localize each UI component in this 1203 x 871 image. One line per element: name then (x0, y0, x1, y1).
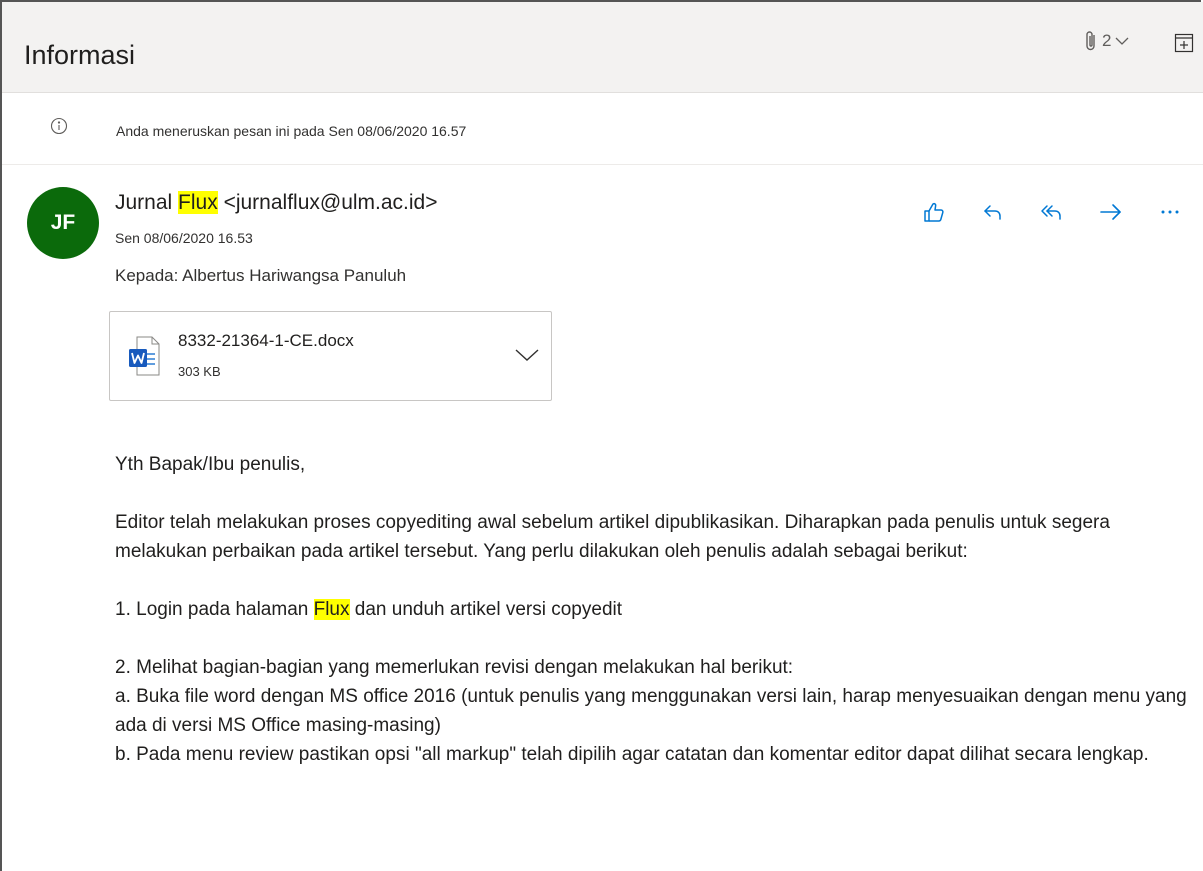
attachment-file-name: 8332-21364-1-CE.docx (178, 331, 354, 350)
greeting: Yth Bapak/Ibu penulis, (115, 454, 306, 475)
message-body: Yth Bapak/Ibu penulis, Editor telah mela… (115, 450, 1195, 769)
forward-info-text: Anda meneruskan pesan ini pada Sen 08/06… (116, 123, 467, 139)
step-2b: b. Pada menu review pastikan opsi "all m… (115, 744, 1149, 765)
attachment-card[interactable]: 8332-21364-1-CE.docx 303 KB (109, 311, 552, 401)
reply-icon[interactable] (979, 198, 1007, 226)
word-file-icon (128, 336, 160, 381)
step-1: 1. Login pada halaman Flux dan unduh art… (115, 595, 1195, 624)
sender-name: Jurnal (115, 191, 173, 214)
forward-icon[interactable] (1097, 198, 1125, 226)
body-paragraph: Editor telah melakukan proses copyeditin… (115, 512, 1110, 562)
avatar[interactable]: JF (27, 187, 99, 259)
message-actions (920, 198, 1184, 226)
message-header: Informasi 2 (2, 2, 1203, 93)
like-icon[interactable] (920, 198, 948, 226)
sender-email: <jurnalflux@ulm.ac.id> (223, 191, 438, 214)
step-1-text-end: dan unduh artikel versi copyedit (354, 599, 623, 620)
sender[interactable]: Jurnal Flux <jurnalflux@ulm.ac.id> (115, 191, 438, 215)
message-subject: Informasi (24, 40, 136, 70)
sent-date: Sen 08/06/2020 16.53 (115, 230, 253, 246)
avatar-initials: JF (50, 211, 76, 234)
info-icon (50, 117, 68, 140)
step-2: 2. Melihat bagian-bagian yang memerlukan… (115, 657, 794, 678)
attachment-count: 2 (1102, 31, 1112, 50)
to-label: Kepada: (115, 266, 179, 285)
step-2a: a. Buka file word dengan MS office 2016 … (115, 686, 1187, 736)
step-1-text: 1. Login pada halaman (115, 599, 309, 620)
step-1-highlight: Flux (313, 599, 350, 620)
pop-out-icon[interactable] (1174, 33, 1194, 58)
attachments-dropdown[interactable]: 2 (1084, 30, 1129, 52)
paperclip-icon (1084, 30, 1098, 52)
chevron-down-icon[interactable] (514, 347, 540, 368)
recipient-name[interactable]: Albertus Hariwangsa Panuluh (182, 266, 406, 285)
attachment-file-size: 303 KB (178, 364, 221, 379)
chevron-down-icon (1115, 36, 1129, 46)
recipient-row: Kepada: Albertus Hariwangsa Panuluh (115, 266, 406, 286)
sender-name-highlight: Flux (178, 191, 218, 214)
reading-pane: Informasi 2 Anda meneruskan pesan ini pa… (0, 0, 1203, 871)
more-icon[interactable] (1156, 198, 1184, 226)
reply-all-icon[interactable] (1038, 198, 1066, 226)
forward-info-bar: Anda meneruskan pesan ini pada Sen 08/06… (2, 93, 1203, 165)
